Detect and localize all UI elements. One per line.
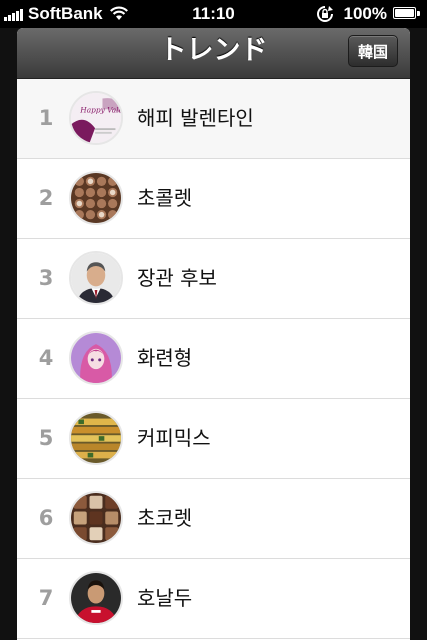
trend-rank: 4 <box>38 346 54 370</box>
trend-rank: 7 <box>38 586 54 610</box>
trend-rank: 1 <box>38 106 54 130</box>
trend-item-6[interactable]: 6 초코렛 <box>17 479 410 559</box>
navigation-bar: トレンド 韓国 <box>17 28 410 79</box>
trend-rank: 5 <box>38 426 54 450</box>
footballer-portrait-thumbnail <box>69 571 123 625</box>
trend-label: 장관 후보 <box>137 266 217 290</box>
trend-item-7[interactable]: 7 호날두 <box>17 559 410 639</box>
anime-girl-thumbnail <box>69 331 123 385</box>
country-select-button[interactable]: 韓国 <box>348 35 398 67</box>
trend-rank: 6 <box>38 506 54 530</box>
trend-label: 초콜렛 <box>137 186 193 210</box>
battery-percent: 100% <box>343 4 387 23</box>
trend-item-4[interactable]: 4 화련형 <box>17 319 410 399</box>
coffee-sticks-thumbnail <box>69 411 123 465</box>
trend-item-1[interactable]: 1 Happy Valentine 해피 발렌타인 <box>17 79 410 159</box>
valentine-text: Happy Valentine <box>79 105 121 114</box>
trends-screen: トレンド 韓国 1 Happy Valentine 해피 발렌타인 <box>17 28 410 640</box>
status-bar: SoftBank 11:10 100% <box>0 0 427 28</box>
trend-item-5[interactable]: 5 커피믹스 <box>17 399 410 479</box>
rotation-lock-icon <box>316 6 333 22</box>
trend-item-3[interactable]: 3 장관 후보 <box>17 239 410 319</box>
trend-label: 커피믹스 <box>137 426 211 450</box>
chocolate-box-thumbnail <box>69 171 123 225</box>
trend-label: 해피 발렌타인 <box>137 106 254 130</box>
chocolate-assortment-thumbnail <box>69 491 123 545</box>
trend-label: 화련형 <box>137 346 193 370</box>
trend-label: 초코렛 <box>137 506 193 530</box>
app-area: トレンド 韓国 1 Happy Valentine 해피 발렌타인 <box>0 28 427 640</box>
trend-rank: 2 <box>38 186 54 210</box>
man-portrait-thumbnail <box>69 251 123 305</box>
battery-icon <box>393 7 421 21</box>
trend-item-2[interactable]: 2 초콜렛 <box>17 159 410 239</box>
trend-label: 호날두 <box>137 586 193 610</box>
trend-list: 1 Happy Valentine 해피 발렌타인 2 <box>17 79 410 639</box>
valentine-card-thumbnail: Happy Valentine <box>69 91 123 145</box>
trend-rank: 3 <box>38 266 54 290</box>
